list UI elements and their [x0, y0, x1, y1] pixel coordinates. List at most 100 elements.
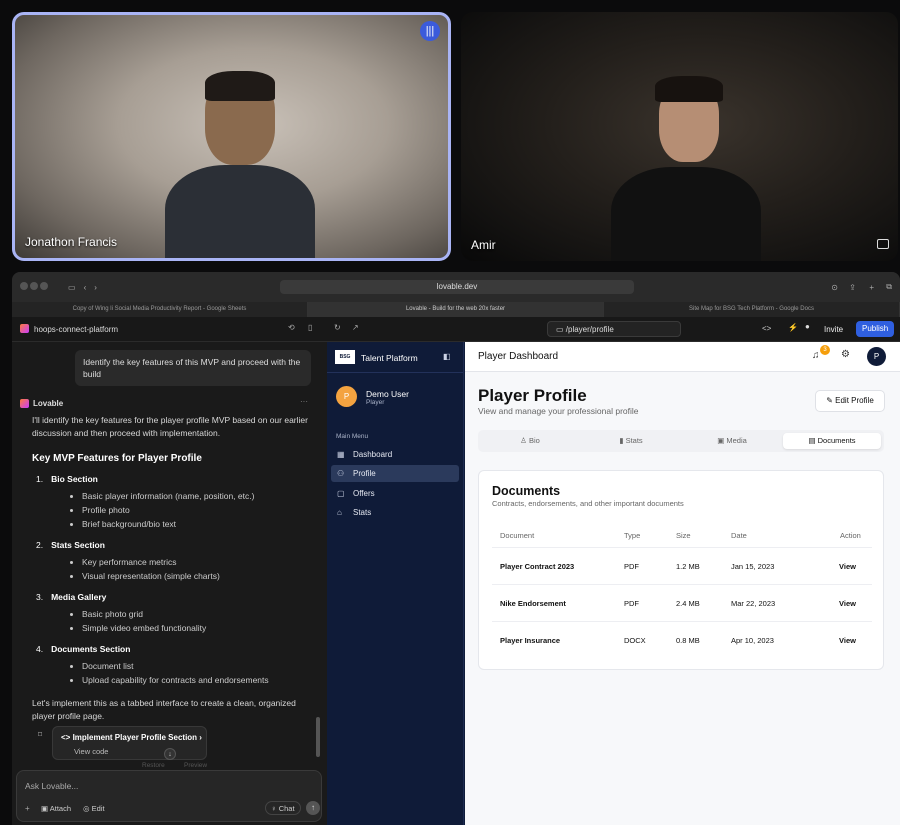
chat-scrollbar[interactable]: [316, 717, 320, 757]
view-code-link[interactable]: View code: [74, 747, 108, 756]
browser-chrome: ▭ ‹ › lovable.dev ⊙ ⇪ + ⧉: [12, 272, 900, 302]
assistant-intro: I'll identify the key features for the p…: [32, 415, 308, 438]
new-tab-icon[interactable]: +: [869, 283, 874, 292]
brand-logo: BSG: [335, 350, 355, 364]
view-button[interactable]: View: [839, 636, 856, 645]
participant-video: [611, 76, 761, 261]
monitor-icon: ▭: [556, 325, 566, 334]
attach-button[interactable]: ▣ Attach: [41, 804, 71, 813]
edit-label: Edit: [91, 804, 105, 813]
video-tile-amir: Amir: [461, 12, 898, 261]
home-icon: ⌂: [337, 508, 342, 517]
share-icon[interactable]: ⇪: [849, 283, 856, 292]
doc-size: 2.4 MB: [676, 599, 700, 608]
feature-item: Brief background/bio text: [82, 518, 312, 531]
history-icon[interactable]: ⟲: [288, 323, 295, 332]
column-header: Action: [840, 531, 861, 540]
doc-date: Apr 10, 2023: [731, 636, 774, 645]
view-button[interactable]: View: [839, 599, 856, 608]
settings-gear-icon[interactable]: ⚙: [841, 349, 850, 360]
route-label: /player/profile: [565, 325, 614, 334]
menu-label: Main Menu: [336, 433, 369, 440]
doc-type: PDF: [624, 599, 639, 608]
tab-media[interactable]: ▣ Media: [683, 433, 781, 449]
chat-input[interactable]: Ask Lovable...: [25, 781, 78, 791]
github-icon[interactable]: ●: [805, 322, 810, 331]
tabs-overview-icon[interactable]: ⧉: [886, 282, 892, 292]
video-tile-jonathon: ||| Jonathon Francis: [12, 12, 451, 261]
header-avatar[interactable]: P: [867, 347, 886, 366]
tab-bio[interactable]: ♙ Bio: [481, 433, 579, 449]
action-card[interactable]: <> Implement Player Profile Section › Vi…: [52, 726, 207, 760]
open-external-icon[interactable]: ↗: [352, 323, 359, 332]
lovable-logo-icon: [20, 324, 29, 333]
edit-button[interactable]: ◎ Edit: [83, 804, 105, 813]
sidebar-toggle-icon[interactable]: ▭: [68, 283, 76, 292]
code-icon[interactable]: <>: [762, 324, 771, 333]
assistant-outro: Let's implement this as a tabbed interfa…: [32, 698, 296, 721]
feature-item: Document list: [82, 660, 312, 673]
bell-icon[interactable]: ♫: [812, 350, 820, 361]
download-icon[interactable]: ⊙: [831, 283, 838, 292]
feature-items: Basic photo gridSimple video embed funct…: [82, 608, 312, 635]
window-controls[interactable]: [20, 282, 50, 292]
more-options-icon[interactable]: ···: [300, 397, 308, 406]
features-list: 1. Bio Section Basic player information (n…: [36, 473, 312, 687]
send-icon[interactable]: ↑: [306, 801, 320, 815]
feature-items: Basic player information (name, position…: [82, 490, 312, 531]
nav-dashboard[interactable]: ▦ Dashboard: [331, 446, 459, 463]
nav-stats[interactable]: ⌂ Stats: [331, 504, 459, 521]
doc-size: 1.2 MB: [676, 562, 700, 571]
feature-item: Visual representation (simple charts): [82, 570, 312, 583]
add-icon[interactable]: +: [25, 804, 30, 813]
feature-item: Upload capability for contracts and endo…: [82, 674, 312, 687]
invite-button[interactable]: Invite: [824, 325, 843, 334]
feature-item: Simple video embed functionality: [82, 622, 312, 635]
chat-input-box: Ask Lovable... + ▣ Attach ◎ Edit ♀ Chat …: [16, 770, 322, 822]
restore-button[interactable]: Restore: [142, 762, 165, 769]
project-name[interactable]: hoops-connect-platform: [34, 325, 118, 334]
feature-item: Basic player information (name, position…: [82, 490, 312, 503]
route-selector[interactable]: ▭ /player/profile: [547, 321, 681, 337]
participant-name: Jonathon Francis: [25, 235, 118, 249]
doc-name: Player Contract 2023: [500, 562, 575, 571]
nav-label: Profile: [353, 469, 376, 478]
view-button[interactable]: View: [839, 562, 856, 571]
scroll-down-icon[interactable]: ↓: [164, 748, 176, 760]
file-icon: ▤: [808, 436, 818, 445]
table-row: Nike Endorsement PDF 2.4 MB Mar 22, 2023…: [492, 584, 872, 621]
picture-in-picture-icon[interactable]: [877, 239, 889, 249]
supabase-icon[interactable]: ⚡: [788, 323, 798, 332]
tab-label: Documents: [817, 436, 856, 445]
nav-label: Stats: [353, 508, 372, 517]
chat-mode-label: Chat: [278, 804, 295, 813]
app-main: Player Dashboard ♫ 3 ⚙ P Player Profile …: [465, 342, 900, 825]
collapse-sidebar-icon[interactable]: ◧: [443, 352, 451, 361]
user-role: Player: [366, 399, 385, 406]
browser-tab[interactable]: Copy of Wing li Social Media Productivit…: [12, 302, 308, 317]
nav-profile[interactable]: ⚇ Profile: [331, 465, 459, 482]
tab-label: Bio: [528, 436, 540, 445]
nav-offers[interactable]: ▢ Offers: [331, 485, 459, 502]
doc-name: Player Insurance: [500, 636, 561, 645]
app-header: Player Dashboard ♫ 3 ⚙ P: [465, 342, 900, 372]
back-icon[interactable]: ‹: [84, 283, 87, 292]
browser-tab[interactable]: Site Map for BSG Tech Platform - Google …: [604, 302, 900, 317]
publish-button[interactable]: Publish: [856, 321, 895, 337]
browser-tab-active[interactable]: Lovable - Build for the web 20x faster: [308, 302, 604, 317]
features-heading: Key MVP Features for Player Profile: [32, 453, 202, 464]
forward-icon[interactable]: ›: [94, 283, 97, 292]
feature-section-title: 1. Bio Section: [36, 473, 312, 486]
column-header: Document: [500, 531, 535, 540]
tab-documents[interactable]: ▤ Documents: [783, 433, 881, 449]
address-bar[interactable]: lovable.dev: [280, 280, 634, 294]
feature-items: Key performance metricsVisual representa…: [82, 556, 312, 583]
refresh-icon[interactable]: ↻: [334, 323, 341, 332]
tab-stats[interactable]: ▮ Stats: [582, 433, 680, 449]
panel-toggle-icon[interactable]: ▯: [308, 323, 312, 332]
bookmark-icon[interactable]: ⌑: [38, 730, 42, 739]
edit-profile-button[interactable]: ✎ Edit Profile: [815, 390, 885, 412]
chat-mode-button[interactable]: ♀ Chat: [265, 801, 301, 815]
card-subtitle: Contracts, endorsements, and other impor…: [492, 499, 684, 508]
preview-button[interactable]: Preview: [184, 762, 207, 769]
